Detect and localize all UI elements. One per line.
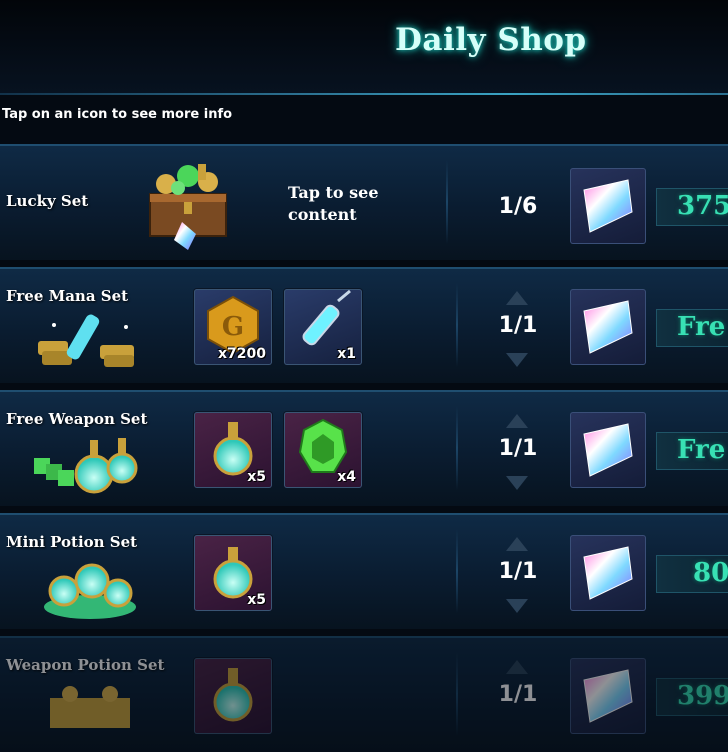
stock-count: 1/1: [498, 682, 538, 707]
row-divider: [456, 406, 458, 490]
gem-currency-icon: [570, 412, 646, 488]
stock-count: 1/1: [498, 436, 538, 461]
shop-row-lucky-set[interactable]: Lucky Set Tap to see content 1/6 375: [0, 144, 728, 260]
decrease-arrow-icon[interactable]: [506, 476, 528, 490]
weapon-potion-set-icon[interactable]: [30, 668, 150, 750]
increase-arrow-icon[interactable]: [506, 414, 528, 428]
shop-row-mini-potion-set[interactable]: Mini Potion Set x5 1/1 80: [0, 513, 728, 629]
price-value: Fre: [677, 312, 726, 342]
mini-potion-bundle-icon[interactable]: [30, 541, 150, 623]
header-divider: [0, 93, 728, 95]
shop-row-free-weapon-set[interactable]: Free Weapon Set x5 x4 1/1 Fre: [0, 390, 728, 506]
row-divider: [456, 529, 458, 613]
buy-price-button[interactable]: 375: [656, 188, 728, 226]
weapon-potion-icon[interactable]: [194, 658, 272, 734]
price-value: 375: [677, 191, 728, 221]
item-count: x5: [247, 592, 266, 608]
info-hint: Tap on an icon to see more info: [2, 107, 233, 122]
shop-row-free-mana-set[interactable]: Free Mana Set G x7200 x1 1/1 Fre: [0, 267, 728, 383]
stock-count: 1/1: [498, 559, 538, 584]
mini-potion-icon[interactable]: x5: [194, 535, 272, 611]
stock-count: 1/6: [498, 194, 538, 219]
shop-row-weapon-potion-set[interactable]: Weapon Potion Set 1/1 399: [0, 636, 728, 752]
green-crystal-icon[interactable]: x4: [284, 412, 362, 488]
gem-currency-icon: [570, 658, 646, 734]
buy-price-button[interactable]: 80: [656, 555, 728, 593]
treasure-chest-icon[interactable]: [146, 154, 266, 250]
mana-syringe-icon[interactable]: x1: [284, 289, 362, 365]
tap-to-see-content[interactable]: Tap to see content: [288, 182, 379, 226]
decrease-arrow-icon[interactable]: [506, 599, 528, 613]
increase-arrow-icon[interactable]: [506, 660, 528, 674]
gem-currency-icon: [570, 168, 646, 244]
row-divider: [446, 160, 448, 244]
decrease-arrow-icon[interactable]: [506, 353, 528, 367]
row-divider: [456, 652, 458, 736]
stock-count: 1/1: [498, 313, 538, 338]
price-value: Fre: [677, 435, 726, 465]
buy-price-button[interactable]: 399: [656, 678, 728, 716]
svg-text:G: G: [222, 312, 244, 342]
item-count: x7200: [218, 346, 266, 362]
gem-currency-icon: [570, 289, 646, 365]
price-value: 80: [693, 558, 728, 588]
row-divider: [456, 283, 458, 367]
shop-header: [0, 0, 728, 94]
increase-arrow-icon[interactable]: [506, 291, 528, 305]
price-value: 399: [677, 681, 728, 711]
gem-currency-icon: [570, 535, 646, 611]
set-name: Lucky Set: [6, 192, 89, 210]
mana-syringe-bundle-icon[interactable]: [30, 297, 150, 379]
page-title: Daily Shop: [395, 22, 587, 58]
buy-price-button[interactable]: Fre: [656, 432, 728, 470]
item-count: x5: [247, 469, 266, 485]
weapon-potion-bundle-icon[interactable]: [30, 418, 150, 500]
item-count: x1: [337, 346, 356, 362]
gold-coin-icon[interactable]: G x7200: [194, 289, 272, 365]
weapon-potion-icon[interactable]: x5: [194, 412, 272, 488]
buy-price-button[interactable]: Fre: [656, 309, 728, 347]
increase-arrow-icon[interactable]: [506, 537, 528, 551]
item-count: x4: [337, 469, 356, 485]
